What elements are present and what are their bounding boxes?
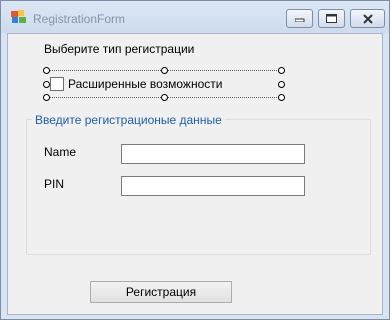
maximize-icon bbox=[326, 14, 337, 23]
resize-handle[interactable] bbox=[278, 81, 285, 88]
resize-handle[interactable] bbox=[43, 94, 50, 101]
register-button[interactable]: Регистрация bbox=[90, 281, 232, 303]
resize-handle[interactable] bbox=[43, 81, 50, 88]
resize-handle[interactable] bbox=[43, 67, 50, 74]
resize-handle[interactable] bbox=[161, 67, 168, 74]
title-bar[interactable]: RegistrationForm bbox=[1, 1, 389, 33]
maximize-button[interactable] bbox=[318, 9, 345, 28]
close-button[interactable] bbox=[350, 9, 385, 28]
name-label: Name bbox=[44, 145, 77, 159]
close-icon bbox=[362, 13, 373, 24]
resize-handle[interactable] bbox=[161, 94, 168, 101]
pin-label: PIN bbox=[44, 177, 65, 191]
resize-handle[interactable] bbox=[278, 67, 285, 74]
name-input[interactable] bbox=[121, 144, 305, 164]
minimize-icon bbox=[294, 18, 304, 22]
advanced-options-label[interactable]: Расширенные возможности bbox=[68, 77, 222, 91]
minimize-button[interactable] bbox=[286, 9, 313, 28]
app-icon bbox=[11, 10, 26, 23]
window-title: RegistrationForm bbox=[33, 12, 126, 26]
groupbox-title: Введите регистрационые данные bbox=[32, 113, 225, 127]
resize-handle[interactable] bbox=[278, 94, 285, 101]
pin-input[interactable] bbox=[121, 176, 305, 196]
registration-type-label: Выберите тип регистрации bbox=[44, 42, 195, 56]
advanced-options-checkbox[interactable] bbox=[50, 77, 64, 91]
